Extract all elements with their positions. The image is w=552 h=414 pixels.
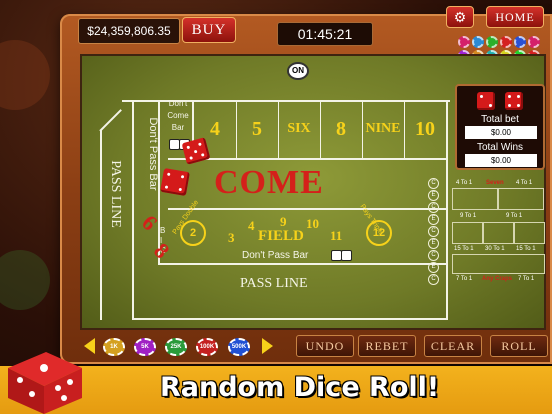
prop-payout: 4 To 1 — [516, 180, 533, 186]
place-bet-six[interactable]: SIX — [278, 100, 320, 158]
timer-display: 01:45:21 — [277, 22, 373, 46]
rebet-button[interactable]: REBET — [358, 335, 416, 357]
ce-bet[interactable]: E — [428, 214, 439, 225]
dont-pass-bar-vertical[interactable]: Don't Pass Bar — [147, 99, 159, 209]
prop-payout: 15 To 1 — [516, 246, 536, 252]
gear-icon: ⚙ — [453, 9, 467, 25]
total-wins-value: $0.00 — [465, 154, 537, 167]
place-bet-10[interactable]: 10 — [404, 100, 446, 158]
prop-any-craps-label: Any Craps — [482, 276, 513, 282]
field-number: 3 — [228, 230, 235, 245]
total-bet-label: Total bet — [481, 114, 519, 125]
promo-banner-text: Random Dice Roll! — [160, 372, 440, 403]
settings-button[interactable]: ⚙ — [446, 6, 474, 28]
pass-line-vertical[interactable]: PASS LINE — [107, 139, 123, 249]
on-puck: ON — [287, 62, 309, 80]
ce-bet[interactable]: C — [428, 226, 439, 237]
ce-bet[interactable]: E — [428, 190, 439, 201]
background-chip — [0, 250, 50, 310]
clear-button[interactable]: CLEAR — [424, 335, 482, 357]
chip-scroll-right-icon[interactable] — [262, 338, 273, 354]
place-bet-5[interactable]: 5 — [236, 100, 278, 158]
balance-display: $24,359,806.35 — [78, 18, 180, 44]
prop-payout: 7 To 1 — [518, 276, 535, 282]
big-dice-icon — [8, 352, 82, 414]
pass-line[interactable]: PASS LINE — [240, 276, 308, 292]
chip-5k[interactable]: 5K — [134, 338, 156, 356]
come-area[interactable]: COME — [214, 164, 324, 202]
prop-payout: 15 To 1 — [454, 246, 474, 252]
ce-bet[interactable]: E — [428, 262, 439, 273]
chip-1k[interactable]: 1K — [103, 338, 125, 356]
chip-25k[interactable]: 25K — [165, 338, 187, 356]
dont-come-bar[interactable]: Don't Come Bar — [164, 98, 192, 134]
prop-hard-6[interactable] — [452, 188, 498, 210]
prop-payout: 9 To 1 — [460, 213, 477, 219]
buy-button[interactable]: BUY — [182, 17, 236, 43]
prop-payout: 4 To 1 — [456, 180, 473, 186]
home-button[interactable]: HOME — [486, 6, 544, 28]
prop-any-craps[interactable] — [452, 254, 545, 274]
ce-bet[interactable]: C — [428, 202, 439, 213]
chip-500k[interactable]: 500K — [228, 338, 250, 356]
field-area[interactable]: FIELD — [258, 228, 304, 245]
prop-payout: 9 To 1 — [506, 213, 523, 219]
ce-bet[interactable]: C — [428, 274, 439, 285]
bet-panel: Total bet $0.00 Total Wins $0.00 — [455, 84, 545, 170]
dont-pass-bar[interactable]: Don't Pass Bar — [242, 250, 308, 261]
place-bet-8[interactable]: 8 — [320, 100, 362, 158]
undo-button[interactable]: UNDO — [296, 335, 354, 357]
place-bet-nine[interactable]: NINE — [362, 100, 404, 158]
prop-horn-2[interactable] — [452, 222, 483, 244]
background-chip — [0, 40, 50, 110]
ce-bet[interactable]: C — [428, 178, 439, 189]
dice-icon — [342, 251, 351, 260]
ce-bet[interactable]: E — [428, 238, 439, 249]
dice-icon — [332, 251, 341, 260]
prop-horn-3[interactable] — [483, 222, 514, 244]
prop-payout: 7 To 1 — [456, 276, 473, 282]
roll-button[interactable]: ROLL — [490, 335, 548, 357]
chip-100k[interactable]: 100K — [196, 338, 218, 356]
dice-icon — [170, 140, 179, 149]
prop-payout: 30 To 1 — [485, 246, 505, 252]
field-number: 10 — [306, 216, 319, 231]
total-bet-value: $0.00 — [465, 126, 537, 139]
proposition-bets: 4 To 1 Seven 4 To 1 9 To 1 9 To 1 15 To … — [452, 176, 545, 284]
die-result — [477, 92, 495, 110]
ce-bet[interactable]: C — [428, 250, 439, 261]
prop-hard-10[interactable] — [498, 188, 544, 210]
die-red — [160, 167, 190, 197]
field-number: 4 — [248, 218, 255, 233]
prop-seven-label[interactable]: Seven — [486, 180, 504, 186]
die-result — [505, 92, 523, 110]
field-number: 11 — [330, 228, 343, 243]
total-wins-label: Total Wins — [476, 142, 524, 153]
prop-horn-12[interactable] — [514, 222, 545, 244]
